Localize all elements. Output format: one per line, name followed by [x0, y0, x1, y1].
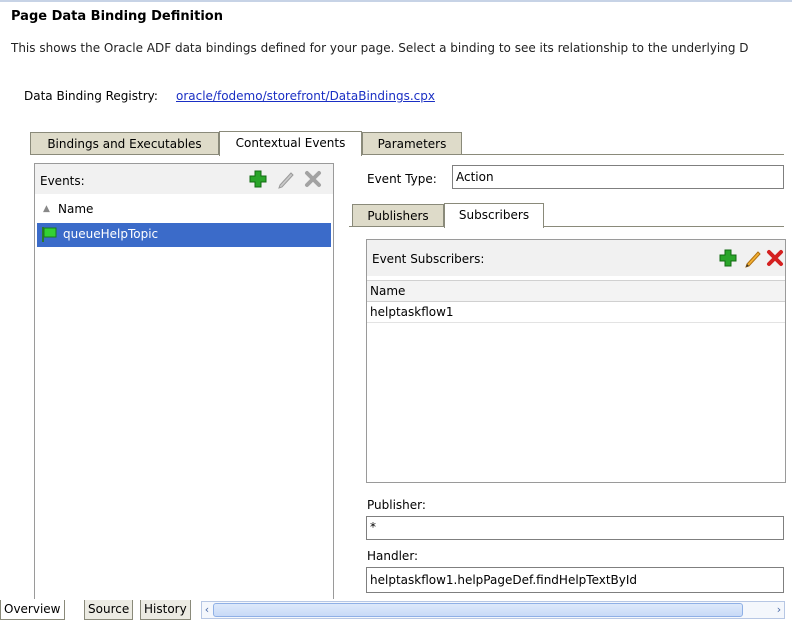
sort-ascending-icon: ▲ — [43, 204, 50, 214]
page-title: Page Data Binding Definition — [11, 9, 223, 24]
scrollbar-thumb[interactable] — [213, 603, 743, 617]
delete-icon[interactable] — [303, 169, 323, 189]
event-type-label: Event Type: — [367, 172, 437, 186]
add-subscriber-icon[interactable] — [718, 248, 738, 268]
subscribers-header: Event Subscribers: — [367, 240, 785, 276]
handler-field[interactable]: helptaskflow1.helpPageDef.findHelpTextBy… — [366, 567, 784, 593]
handler-label: Handler: — [367, 549, 419, 563]
delete-subscriber-icon[interactable] — [765, 248, 785, 268]
tab-parameters[interactable]: Parameters — [362, 132, 462, 155]
publisher-label: Publisher: — [367, 498, 426, 512]
tab-subscribers[interactable]: Subscribers — [444, 203, 544, 228]
events-panel: Events: ▲ Name queueHelpTopic — [34, 163, 334, 603]
horizontal-scrollbar[interactable]: ‹ › — [201, 601, 785, 619]
event-flag-icon — [41, 226, 59, 246]
list-item[interactable]: queueHelpTopic — [37, 223, 331, 247]
edit-subscriber-icon[interactable] — [743, 248, 763, 268]
event-subscribers-panel: Event Subscribers: Name helptaskflow1 — [366, 239, 786, 483]
tab-bindings-and-executables[interactable]: Bindings and Executables — [30, 132, 219, 155]
edit-pencil-icon[interactable] — [276, 169, 296, 189]
publisher-field[interactable]: * — [366, 516, 784, 540]
top-divider — [0, 0, 792, 2]
event-name: queueHelpTopic — [63, 227, 159, 241]
tab-strip-line — [30, 154, 784, 155]
scroll-right-icon[interactable]: › — [774, 602, 784, 618]
page-description: This shows the Oracle ADF data bindings … — [11, 41, 749, 55]
subscribers-column-name: Name — [370, 284, 406, 298]
add-icon[interactable] — [248, 169, 268, 189]
subscribers-label: Event Subscribers: — [372, 252, 485, 266]
tab-history[interactable]: History — [140, 600, 191, 620]
tab-overview[interactable]: Overview — [0, 600, 65, 620]
bottom-bar: Overview Source History ‹ › — [0, 599, 792, 621]
events-label: Events: — [40, 174, 85, 188]
tab-source[interactable]: Source — [84, 600, 134, 620]
registry-link[interactable]: oracle/fodemo/storefront/DataBindings.cp… — [176, 89, 435, 103]
events-column-header[interactable]: ▲ Name — [35, 199, 333, 219]
tab-contextual-events[interactable]: Contextual Events — [219, 131, 362, 156]
table-row[interactable]: helptaskflow1 — [367, 302, 785, 323]
registry-label: Data Binding Registry: — [24, 89, 158, 103]
events-column-name: Name — [58, 202, 94, 216]
subscriber-name: helptaskflow1 — [370, 305, 454, 319]
events-header: Events: — [35, 164, 333, 194]
scroll-left-icon[interactable]: ‹ — [202, 602, 212, 618]
subscribers-column-header[interactable]: Name — [367, 280, 785, 302]
tab-publishers[interactable]: Publishers — [352, 204, 444, 227]
event-type-field[interactable]: Action — [452, 165, 784, 189]
subtab-strip-line — [349, 226, 784, 227]
